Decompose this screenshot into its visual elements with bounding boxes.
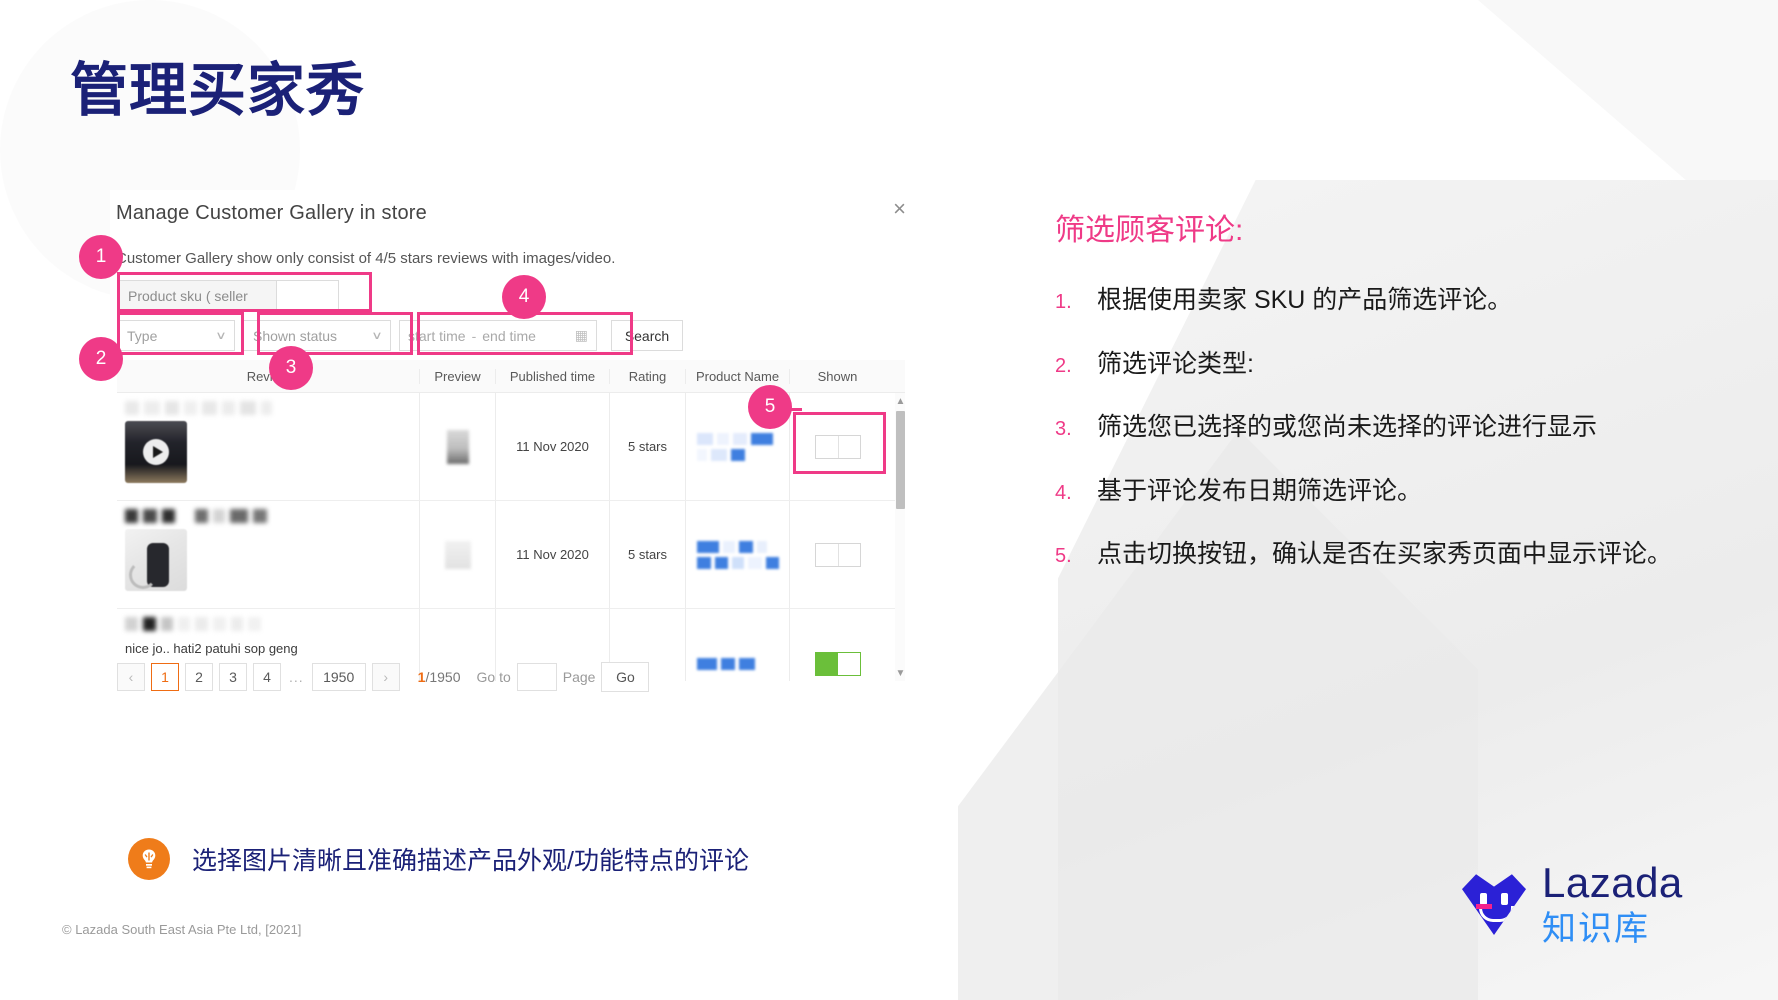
redacted-product-name — [695, 540, 781, 569]
product-name-cell — [685, 609, 789, 681]
annotation-box-1 — [117, 272, 372, 312]
annotation-badge-1: 1 — [79, 235, 123, 279]
preview-cell — [419, 501, 495, 608]
instruction-text: 筛选评论类型: — [1097, 349, 1254, 378]
logo-text-en: Lazada — [1542, 859, 1683, 906]
shown-toggle[interactable] — [814, 652, 861, 676]
column-header-review: Review — [246, 368, 290, 384]
table-scrollbar[interactable]: ▲ ▼ — [895, 393, 905, 681]
preview-thumbnail — [444, 540, 471, 569]
published-time-cell: 11 Nov 2020 — [495, 393, 609, 500]
pagination-ellipsis: ... — [289, 669, 304, 685]
play-icon — [143, 439, 169, 465]
tip-bar: 选择图片清晰且准确描述产品外观/功能特点的评论 — [128, 838, 749, 880]
instruction-item-5: 5. 点击切换按钮，确认是否在买家秀页面中显示评论。 — [1055, 537, 1715, 573]
scrollbar-thumb[interactable] — [896, 411, 905, 509]
instruction-item-3: 3. 筛选您已选择的或您尚未选择的评论进行显示 — [1055, 410, 1715, 446]
column-header-rating: Rating — [609, 368, 685, 384]
product-name-cell — [685, 501, 789, 608]
instruction-text: 筛选您已选择的或您尚未选择的评论进行显示 — [1097, 413, 1598, 441]
published-time-cell: 11 Nov 2020 — [495, 501, 609, 608]
logo-wordmark: Lazada 知识库 — [1542, 859, 1683, 948]
close-icon[interactable]: × — [893, 198, 906, 220]
pagination-page-1[interactable]: 1 — [151, 663, 179, 691]
column-header-preview: Preview — [419, 368, 495, 384]
annotation-box-2 — [117, 312, 244, 355]
review-text: nice jo.. hati2 patuhi sop geng — [125, 641, 298, 656]
redacted-product-name — [695, 432, 781, 461]
scroll-down-icon[interactable]: ▼ — [895, 665, 905, 681]
annotation-badge-4: 4 — [502, 275, 546, 319]
table-header-row: Review Preview Published time Rating Pro… — [117, 360, 905, 393]
annotation-box-5 — [793, 412, 886, 474]
bulb-icon — [128, 838, 170, 880]
pagination-page-3[interactable]: 3 — [219, 663, 247, 691]
tip-text: 选择图片清晰且准确描述产品外观/功能特点的评论 — [192, 847, 749, 875]
redacted-text — [125, 617, 261, 631]
instruction-item-2: 2. 筛选评论类型: — [1055, 347, 1715, 383]
instruction-number: 4. — [1055, 481, 1072, 504]
preview-cell — [419, 393, 495, 500]
pagination-prev[interactable]: ‹ — [117, 663, 145, 691]
instruction-number: 3. — [1055, 418, 1072, 440]
pagination-counter: 1/1950 — [418, 669, 461, 685]
review-cell — [117, 501, 419, 608]
redacted-product-name — [695, 658, 781, 670]
shown-toggle-cell — [789, 501, 885, 608]
pagination-last-page[interactable]: 1950 — [311, 663, 366, 691]
shown-toggle-cell — [789, 609, 885, 681]
annotation-badge-3: 3 — [269, 346, 313, 390]
review-cell — [117, 393, 419, 500]
page-title: 管理买家秀 — [70, 58, 366, 123]
table-body: 11 Nov 2020 5 stars 11 Nov 2020 5 stars … — [117, 393, 905, 681]
pagination: ‹ 1 2 3 4 ... 1950 › 1/1950 Go to Page G… — [117, 662, 650, 692]
annotation-badge-5: 5 — [748, 385, 792, 429]
column-header-published-time: Published time — [495, 368, 609, 384]
instruction-item-4: 4. 基于评论发布日期筛选评论。 — [1055, 474, 1715, 510]
redacted-text — [125, 401, 272, 415]
column-header-shown: Shown — [789, 368, 885, 384]
instruction-text: 根据使用卖家 SKU 的产品筛选评论。 — [1097, 286, 1513, 314]
rating-cell: 5 stars — [609, 393, 685, 500]
lazada-heart-icon — [1462, 874, 1526, 935]
rating-cell: 5 stars — [609, 501, 685, 608]
instruction-number: 1. — [1055, 291, 1072, 313]
panel-title: Manage Customer Gallery in store — [116, 202, 427, 224]
preview-thumbnail — [446, 429, 469, 464]
instruction-item-1: 1. 根据使用卖家 SKU 的产品筛选评论。 — [1055, 283, 1715, 319]
page-label: Page — [562, 669, 596, 685]
pagination-next[interactable]: › — [371, 663, 400, 691]
instruction-number: 2. — [1055, 354, 1072, 377]
instructions-title: 筛选顾客评论: — [1055, 214, 1244, 247]
review-video-thumbnail[interactable] — [125, 421, 187, 483]
annotation-badge-2: 2 — [79, 337, 123, 381]
goto-label: Go to — [476, 669, 511, 685]
logo-text-cn: 知识库 — [1542, 910, 1650, 948]
lazada-logo: Lazada 知识库 — [1462, 862, 1683, 946]
instruction-number: 5. — [1055, 545, 1072, 567]
table-row[interactable]: 11 Nov 2020 5 stars — [117, 501, 905, 609]
review-photo-thumbnail[interactable] — [125, 529, 187, 591]
pagination-page-2[interactable]: 2 — [185, 663, 213, 691]
instructions-list: 1. 根据使用卖家 SKU 的产品筛选评论。 2. 筛选评论类型: 3. 筛选您… — [1055, 283, 1715, 573]
instructions-panel: 筛选顾客评论: 1. 根据使用卖家 SKU 的产品筛选评论。 2. 筛选评论类型… — [1055, 205, 1715, 601]
panel-subtitle: Customer Gallery show only consist of 4/… — [116, 250, 616, 267]
copyright-text: © Lazada South East Asia Pte Ltd, [2021] — [62, 922, 302, 937]
instruction-text: 基于评论发布日期筛选评论。 — [1097, 476, 1423, 505]
column-header-product-name: Product Name — [685, 368, 789, 384]
go-button[interactable]: Go — [601, 662, 650, 692]
goto-input[interactable] — [516, 663, 557, 691]
shown-toggle[interactable] — [814, 542, 861, 567]
instruction-text: 点击切换按钮，确认是否在买家秀页面中显示评论。 — [1097, 540, 1673, 568]
pagination-counter-total: /1950 — [425, 669, 461, 685]
redacted-text — [125, 509, 267, 523]
pagination-page-4[interactable]: 4 — [253, 663, 281, 691]
scroll-up-icon[interactable]: ▲ — [895, 393, 905, 409]
